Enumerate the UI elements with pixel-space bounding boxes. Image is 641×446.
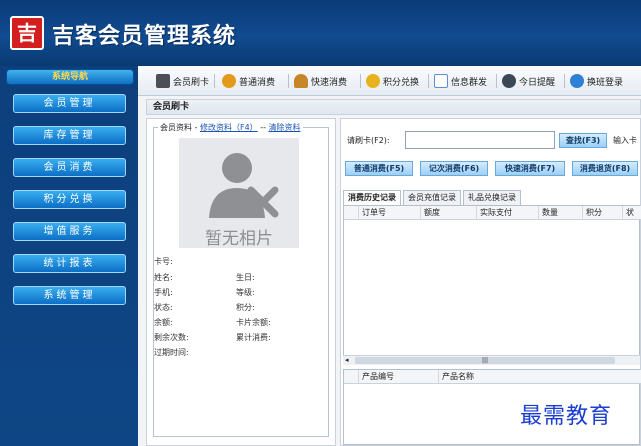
balance-label: 余额:: [154, 318, 173, 327]
swap-icon: [570, 74, 584, 88]
record-tabs: 消费历史记录 会员充值记录 礼品兑换记录: [343, 190, 521, 205]
sidebar-item-value-added[interactable]: 增值服务: [13, 222, 126, 241]
column-header[interactable]: 积分: [582, 206, 622, 220]
phone-label: 手机:: [154, 288, 173, 297]
gift-icon: [366, 74, 380, 88]
quick-consume-button[interactable]: 快速消费(F7): [495, 161, 565, 176]
profile-legend: 会员资料 - 修改资料（F4） -- 清除资料: [158, 122, 303, 133]
toolbar-label: 会员刷卡: [173, 77, 210, 88]
expire-time-label: 过期时间:: [154, 348, 189, 357]
no-photo-text: 暂无相片: [205, 229, 273, 249]
consume-panel: 请刷卡(F2): 查找(F3) 输入卡 普通消费(F5) 记次消费(F6) 快速…: [340, 118, 641, 446]
toolbar-points-exchange-button[interactable]: 积分兑换: [366, 73, 419, 89]
clear-profile-link[interactable]: 清除资料: [269, 123, 301, 132]
toolbar-label: 普通消费: [239, 77, 276, 88]
app-title: 吉客会员管理系统: [52, 24, 237, 49]
normal-consume-button[interactable]: 普通消费(F5): [345, 161, 413, 176]
toolbar-divider: [496, 74, 497, 88]
toolbar-label: 积分兑换: [383, 77, 420, 88]
sidebar-item-inventory[interactable]: 库存管理: [13, 126, 126, 145]
profile-legend-text: 会员资料 -: [160, 123, 198, 132]
watermark-text: 最需教育: [520, 404, 613, 429]
count-consume-button[interactable]: 记次消费(F6): [420, 161, 488, 176]
member-profile-fieldset: 会员资料 - 修改资料（F4） -- 清除资料 暂无相片 卡号: 姓名: 生日:…: [153, 122, 329, 437]
tab-consume-history[interactable]: 消费历史记录: [343, 190, 401, 205]
toolbar-divider: [564, 74, 565, 88]
member-profile-panel: 会员资料 - 修改资料（F4） -- 清除资料 暂无相片 卡号: 姓名: 生日:…: [146, 118, 336, 446]
toolbar-quick-consume-button[interactable]: 快速消费: [294, 73, 347, 89]
grid-header: 订单号 额度 实际支付 数量 积分 状: [344, 206, 641, 220]
status-label: 状态:: [154, 303, 173, 312]
card-swipe-input[interactable]: [405, 131, 555, 149]
app-header: 吉 吉客会员管理系统: [0, 0, 641, 66]
column-header[interactable]: 状: [622, 206, 641, 220]
points-label: 积分:: [236, 303, 255, 312]
column-header[interactable]: 产品名称: [438, 370, 538, 384]
column-header[interactable]: 额度: [420, 206, 476, 220]
toolbar-card-swipe-button[interactable]: 会员刷卡: [156, 73, 209, 89]
scroll-grip: |||: [481, 357, 489, 364]
toolbar-label: 快速消费: [311, 77, 348, 88]
remaining-count-label: 剩余次数:: [154, 333, 189, 342]
sidebar-item-member-management[interactable]: 会员管理: [13, 94, 126, 113]
toolbar-mass-message-button[interactable]: 信息群发: [434, 73, 487, 89]
scrollbar-thumb[interactable]: |||: [355, 357, 615, 364]
sidebar: 系统导航 会员管理 库存管理 会员消费 积分兑换 增值服务 统计报表 系统管理: [0, 66, 138, 446]
sidebar-item-member-consume[interactable]: 会员消费: [13, 158, 126, 177]
card-swipe-label: 请刷卡(F2):: [347, 136, 390, 145]
member-photo: 暂无相片: [179, 138, 299, 249]
card-no-label: 卡号:: [154, 257, 173, 266]
mail-icon: [434, 74, 448, 88]
legend-dash: --: [260, 123, 267, 132]
horizontal-scrollbar[interactable]: ◂ |||: [343, 355, 640, 365]
column-header[interactable]: 产品编号: [358, 370, 438, 384]
toolbar-shift-login-button[interactable]: 换班登录: [570, 73, 623, 89]
no-photo-person-icon: [209, 153, 279, 218]
toolbar-divider: [214, 74, 215, 88]
column-header[interactable]: 订单号: [358, 206, 420, 220]
sidebar-item-reports[interactable]: 统计报表: [13, 254, 126, 273]
product-grid-header: 产品编号 产品名称: [344, 370, 641, 384]
app-logo: 吉: [10, 16, 44, 50]
birthday-label: 生日:: [236, 273, 255, 282]
card-fee-label: 卡片余额:: [236, 318, 271, 327]
toolbar-normal-consume-button[interactable]: 普通消费: [222, 73, 275, 89]
edit-profile-link[interactable]: 修改资料（F4）: [200, 123, 258, 132]
toolbar-label: 信息群发: [451, 77, 488, 88]
scroll-left-arrow-icon[interactable]: ◂: [345, 356, 349, 364]
name-label: 姓名:: [154, 273, 173, 282]
toolbar-today-reminder-button[interactable]: 今日提醒: [502, 73, 555, 89]
return-goods-button[interactable]: 消费退货(F8): [572, 161, 638, 176]
sidebar-item-points-exchange[interactable]: 积分兑换: [13, 190, 126, 209]
tab-recharge-history[interactable]: 会员充值记录: [403, 190, 461, 205]
sidebar-item-system[interactable]: 系统管理: [13, 286, 126, 305]
toolbar-divider: [288, 74, 289, 88]
input-card-label: 输入卡: [613, 136, 637, 145]
toolbar: 会员刷卡 普通消费 快速消费 积分兑换 信息群发 今日提醒 换班登录: [138, 66, 641, 96]
section-title: 会员刷卡: [146, 99, 641, 115]
sidebar-header: 系统导航: [6, 69, 134, 85]
clock-icon: [502, 74, 516, 88]
column-header[interactable]: 数量: [538, 206, 582, 220]
toolbar-label: 换班登录: [587, 77, 624, 88]
people-icon: [294, 74, 308, 88]
consume-history-grid: 订单号 额度 实际支付 数量 积分 状: [343, 205, 641, 365]
card-reader-icon: [156, 74, 170, 88]
main-area: 会员刷卡 普通消费 快速消费 积分兑换 信息群发 今日提醒 换班登录 会员刷卡 …: [138, 66, 641, 446]
column-header[interactable]: 实际支付: [476, 206, 538, 220]
total-consume-label: 累计消费:: [236, 333, 271, 342]
level-label: 等级:: [236, 288, 255, 297]
tab-gift-exchange[interactable]: 礼品兑换记录: [463, 190, 521, 205]
toolbar-label: 今日提醒: [519, 77, 556, 88]
toolbar-divider: [428, 74, 429, 88]
search-button[interactable]: 查找(F3): [559, 133, 607, 148]
money-bag-icon: [222, 74, 236, 88]
toolbar-divider: [360, 74, 361, 88]
